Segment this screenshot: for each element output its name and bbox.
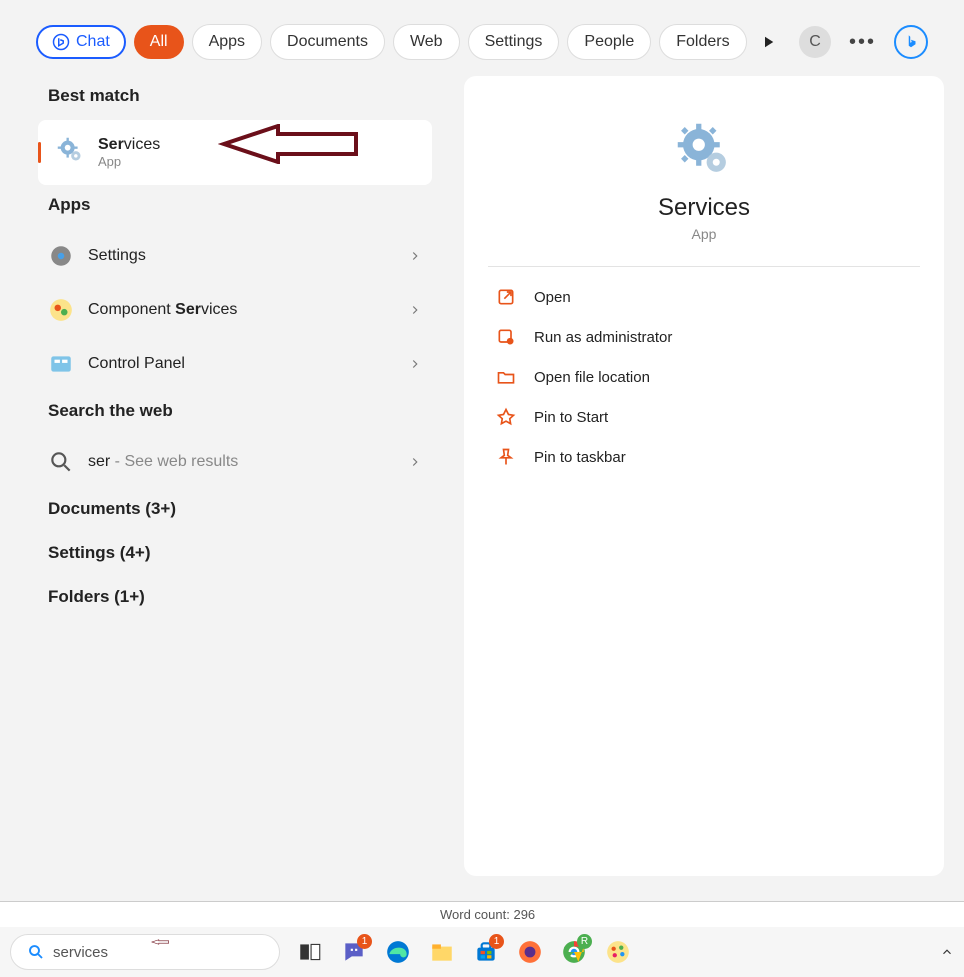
taskview-icon[interactable] xyxy=(296,938,324,966)
tab-web[interactable]: Web xyxy=(393,24,460,60)
chevron-right-icon xyxy=(408,249,422,263)
preview-app-icon xyxy=(488,102,920,186)
app-item-label: Settings xyxy=(88,247,394,265)
ellipsis-menu[interactable]: ••• xyxy=(849,31,876,54)
search-icon xyxy=(48,449,74,475)
preview-panel: Services App Open Run as administrator O… xyxy=(464,76,944,876)
chevron-right-icon xyxy=(408,303,422,317)
component-services-icon xyxy=(48,297,74,323)
search-results-main: Best match Services App Apps Settings Co… xyxy=(0,76,964,876)
section-search-web: Search the web xyxy=(20,391,450,435)
services-icon xyxy=(56,136,84,169)
action-label: Pin to taskbar xyxy=(534,449,626,466)
annotation-arrow xyxy=(151,933,169,956)
open-icon xyxy=(496,287,516,307)
app-item-settings[interactable]: Settings xyxy=(20,229,450,283)
section-settings[interactable]: Settings (4+) xyxy=(20,533,450,577)
app-item-label: Component Services xyxy=(88,301,394,319)
chevron-right-icon xyxy=(408,357,422,371)
shield-icon xyxy=(496,327,516,347)
taskbar-search[interactable] xyxy=(10,934,280,970)
tab-documents[interactable]: Documents xyxy=(270,24,385,60)
search-icon xyxy=(27,943,45,961)
user-avatar[interactable]: C xyxy=(799,26,831,58)
preview-title: Services xyxy=(488,194,920,222)
badge: 1 xyxy=(357,934,372,949)
annotation-arrow xyxy=(218,124,358,169)
divider xyxy=(488,266,920,267)
section-documents[interactable]: Documents (3+) xyxy=(20,489,450,533)
app-item-control-panel[interactable]: Control Panel xyxy=(20,337,450,391)
explorer-icon[interactable] xyxy=(428,938,456,966)
tab-chat[interactable]: Chat xyxy=(36,25,126,59)
action-pin-start[interactable]: Pin to Start xyxy=(488,397,920,437)
word-count: Word count: 296 xyxy=(440,907,535,922)
action-label: Open xyxy=(534,289,571,306)
control-panel-icon xyxy=(48,351,74,377)
background-statusbar: Word count: 296 xyxy=(0,901,964,927)
action-open-location[interactable]: Open file location xyxy=(488,357,920,397)
tab-all[interactable]: All xyxy=(134,25,184,59)
taskbar: 1 1 R xyxy=(0,927,964,977)
store-icon[interactable]: 1 xyxy=(472,938,500,966)
paint-icon[interactable] xyxy=(604,938,632,966)
settings-icon xyxy=(48,243,74,269)
section-apps: Apps xyxy=(20,185,450,229)
app-item-label: Control Panel xyxy=(88,355,394,373)
firefox-icon[interactable] xyxy=(516,938,544,966)
tab-chat-label: Chat xyxy=(76,33,110,51)
tab-apps[interactable]: Apps xyxy=(192,24,262,60)
chrome-icon[interactable]: R xyxy=(560,938,588,966)
action-label: Open file location xyxy=(534,369,650,386)
bing-chat-button[interactable] xyxy=(894,25,928,59)
best-match-services[interactable]: Services App xyxy=(38,120,432,185)
search-filter-bar: Chat All Apps Documents Web Settings Peo… xyxy=(0,0,964,76)
badge: 1 xyxy=(489,934,504,949)
badge: R xyxy=(577,934,592,949)
action-label: Pin to Start xyxy=(534,409,608,426)
app-item-component-services[interactable]: Component Services xyxy=(20,283,450,337)
section-best-match: Best match xyxy=(20,76,450,120)
edge-icon[interactable] xyxy=(384,938,412,966)
action-pin-taskbar[interactable]: Pin to taskbar xyxy=(488,437,920,477)
results-left-column: Best match Services App Apps Settings Co… xyxy=(20,76,450,876)
action-open[interactable]: Open xyxy=(488,277,920,317)
preview-subtitle: App xyxy=(488,226,920,242)
action-run-admin[interactable]: Run as administrator xyxy=(488,317,920,357)
bing-icon xyxy=(52,33,70,51)
pin-icon xyxy=(496,407,516,427)
web-search-label: ser - See web results xyxy=(88,453,394,471)
section-folders[interactable]: Folders (1+) xyxy=(20,577,450,621)
more-tabs-icon[interactable] xyxy=(759,33,777,51)
tab-people[interactable]: People xyxy=(567,24,651,60)
chevron-right-icon xyxy=(408,455,422,469)
pin-icon xyxy=(496,447,516,467)
bing-logo-icon xyxy=(902,33,920,51)
tab-folders[interactable]: Folders xyxy=(659,24,746,60)
best-match-title: Services xyxy=(98,136,160,154)
folder-icon xyxy=(496,367,516,387)
tray-chevron-icon[interactable] xyxy=(940,945,954,959)
web-search-item[interactable]: ser - See web results xyxy=(20,435,450,489)
chat-icon[interactable]: 1 xyxy=(340,938,368,966)
best-match-subtitle: App xyxy=(98,154,160,169)
tab-settings[interactable]: Settings xyxy=(468,24,560,60)
action-label: Run as administrator xyxy=(534,329,672,346)
